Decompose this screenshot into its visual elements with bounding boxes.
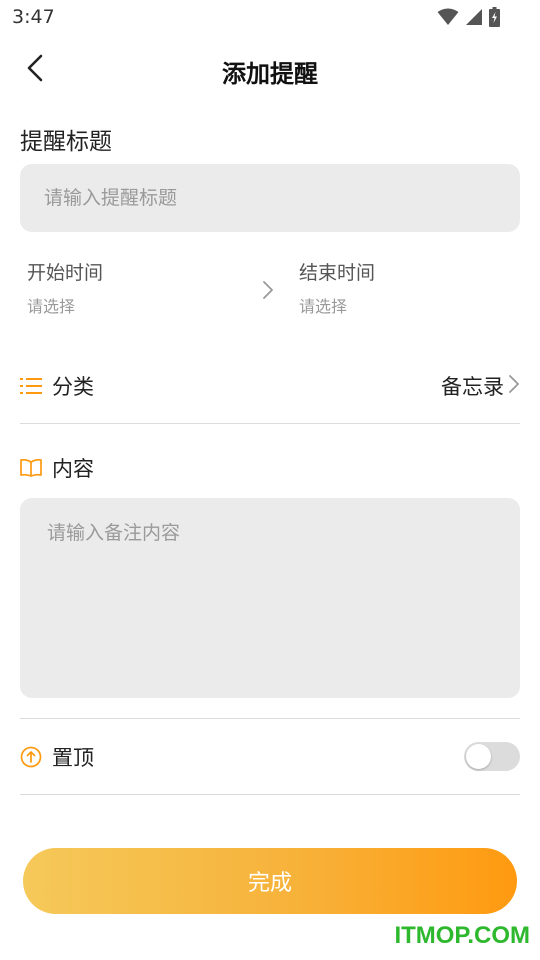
end-time-value: 请选择 — [299, 297, 348, 316]
start-time-picker[interactable]: 开始时间 请选择 — [27, 258, 103, 317]
pin-toggle[interactable] — [464, 742, 520, 771]
toggle-knob — [466, 744, 491, 769]
battery-charging-icon — [489, 7, 500, 31]
wifi-icon — [437, 8, 459, 30]
category-row: 分类 备忘录 — [20, 368, 520, 404]
title-input[interactable] — [20, 164, 520, 232]
divider — [20, 794, 520, 795]
divider — [20, 718, 520, 719]
book-icon — [20, 457, 42, 479]
watermark: ITMOP.COM — [394, 922, 530, 949]
add-reminder-screen: 3:47 添加提醒 提醒标题 请输入提醒标题 开始时间 请选择 结束时间 请选择… — [0, 0, 540, 960]
content-header-row: 内容 — [20, 450, 520, 486]
divider — [20, 423, 520, 424]
title-label: 提醒标题 — [20, 129, 112, 155]
content-label: 内容 — [52, 457, 94, 481]
category-value: 备忘录 — [441, 375, 504, 399]
chevron-right-icon — [508, 374, 520, 398]
end-time-picker[interactable]: 结束时间 请选择 — [299, 258, 375, 317]
time-range-row: 开始时间 请选择 结束时间 请选择 — [20, 258, 520, 324]
category-label: 分类 — [52, 375, 94, 399]
nav-bar: 添加提醒 — [0, 40, 540, 100]
list-icon — [20, 375, 42, 397]
chevron-right-icon — [262, 280, 274, 304]
signal-icon — [465, 8, 483, 30]
pin-label: 置顶 — [52, 746, 94, 770]
done-button[interactable]: 完成 — [23, 848, 517, 914]
status-bar: 3:47 — [0, 0, 540, 36]
arrow-up-circle-icon — [20, 746, 42, 768]
status-icons — [437, 7, 500, 31]
category-selector[interactable]: 备忘录 — [441, 371, 520, 401]
pin-row: 置顶 — [20, 739, 440, 775]
start-time-label: 开始时间 — [27, 262, 104, 284]
page-title: 添加提醒 — [222, 60, 318, 88]
content-textarea[interactable] — [20, 498, 520, 698]
end-time-label: 结束时间 — [299, 262, 376, 284]
status-time: 3:47 — [12, 6, 55, 28]
start-time-value: 请选择 — [27, 297, 76, 316]
